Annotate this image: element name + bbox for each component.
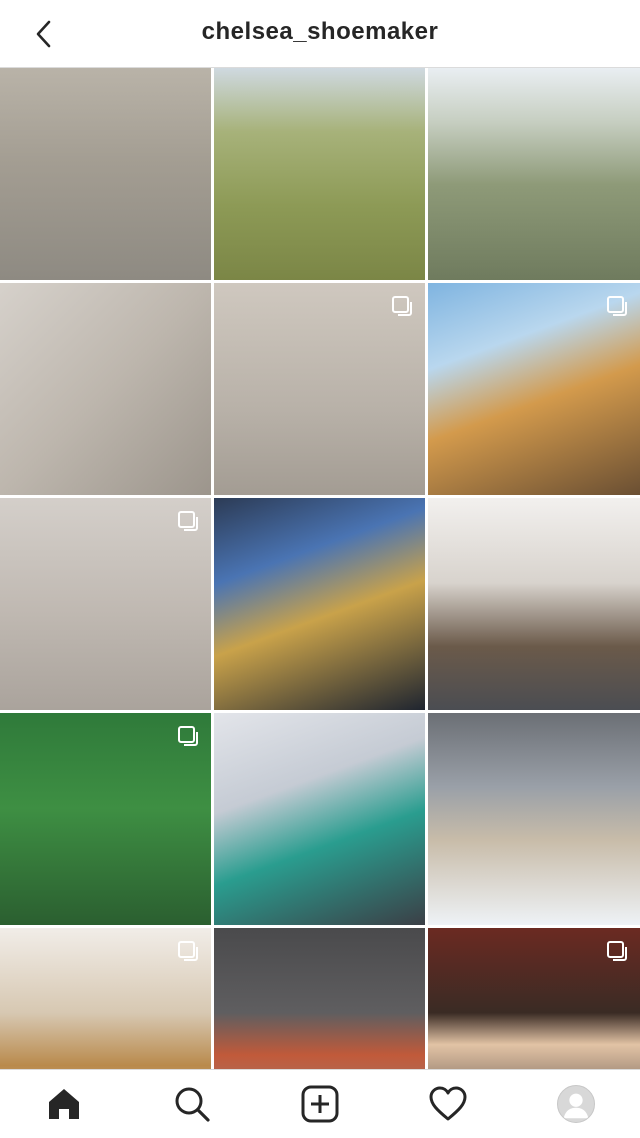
multiple-photos-icon — [177, 725, 199, 747]
post-tile[interactable] — [214, 68, 425, 280]
bottom-tab-bar — [0, 1069, 640, 1138]
post-tile[interactable] — [0, 713, 211, 925]
post-tile[interactable] — [0, 498, 211, 710]
home-icon — [49, 1089, 79, 1119]
post-tile[interactable] — [214, 713, 425, 925]
tab-activity[interactable] — [416, 1072, 480, 1136]
new-post-icon — [301, 1085, 339, 1123]
post-tile[interactable] — [428, 283, 640, 495]
profile-username-title: chelsea_shoemaker — [201, 18, 439, 45]
tab-new-post[interactable] — [288, 1072, 352, 1136]
multiple-photos-icon — [606, 940, 628, 962]
multiple-photos-icon — [177, 940, 199, 962]
post-tile[interactable] — [428, 498, 640, 710]
post-tile[interactable] — [0, 68, 211, 280]
post-tile[interactable] — [0, 283, 211, 495]
user-silhouette-icon — [563, 1093, 589, 1119]
multiple-photos-icon — [391, 295, 413, 317]
tab-search[interactable] — [160, 1072, 224, 1136]
heart-icon — [429, 1086, 467, 1121]
top-header: chelsea_shoemaker — [0, 0, 640, 68]
post-tile[interactable] — [428, 713, 640, 925]
post-tile[interactable] — [214, 498, 425, 710]
tab-profile[interactable] — [544, 1072, 608, 1136]
multiple-photos-icon — [177, 510, 199, 532]
post-tile[interactable] — [214, 283, 425, 495]
post-tile[interactable] — [428, 68, 640, 280]
multiple-photos-icon — [606, 295, 628, 317]
search-icon — [175, 1087, 210, 1122]
tab-home[interactable] — [32, 1072, 96, 1136]
profile-avatar — [557, 1085, 595, 1123]
post-grid — [0, 68, 640, 1138]
